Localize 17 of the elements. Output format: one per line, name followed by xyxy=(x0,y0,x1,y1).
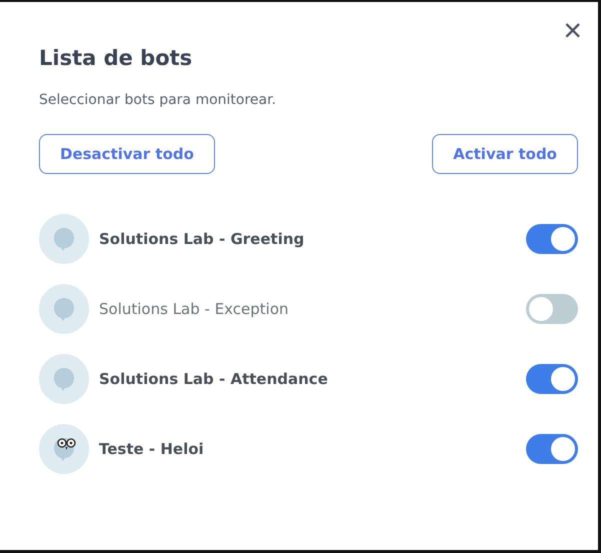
chat-bubble-avatar-icon xyxy=(39,354,89,404)
close-button[interactable]: × xyxy=(563,16,582,44)
dialog-subtitle: Seleccionar bots para monitorear. xyxy=(39,92,278,108)
bot-name: Solutions Lab - Greeting xyxy=(99,230,306,248)
deactivate-all-button[interactable]: Desactivar todo xyxy=(39,134,215,174)
toggle-switch[interactable] xyxy=(526,224,578,254)
toggle-switch[interactable] xyxy=(526,294,578,324)
toggle-switch[interactable] xyxy=(526,434,578,464)
activate-all-button[interactable]: Activar todo xyxy=(432,134,578,174)
bot-name: Solutions Lab - Exception xyxy=(99,300,290,318)
chat-bubble-avatar-icon xyxy=(39,284,89,334)
dialog-title: Lista de bots xyxy=(39,46,194,70)
bot-name: Teste - Heloi xyxy=(99,440,205,458)
toggle-switch[interactable] xyxy=(526,364,578,394)
bot-name: Solutions Lab - Attendance xyxy=(99,370,329,388)
owl-avatar-icon xyxy=(39,424,89,474)
chat-bubble-avatar-icon xyxy=(39,214,89,264)
